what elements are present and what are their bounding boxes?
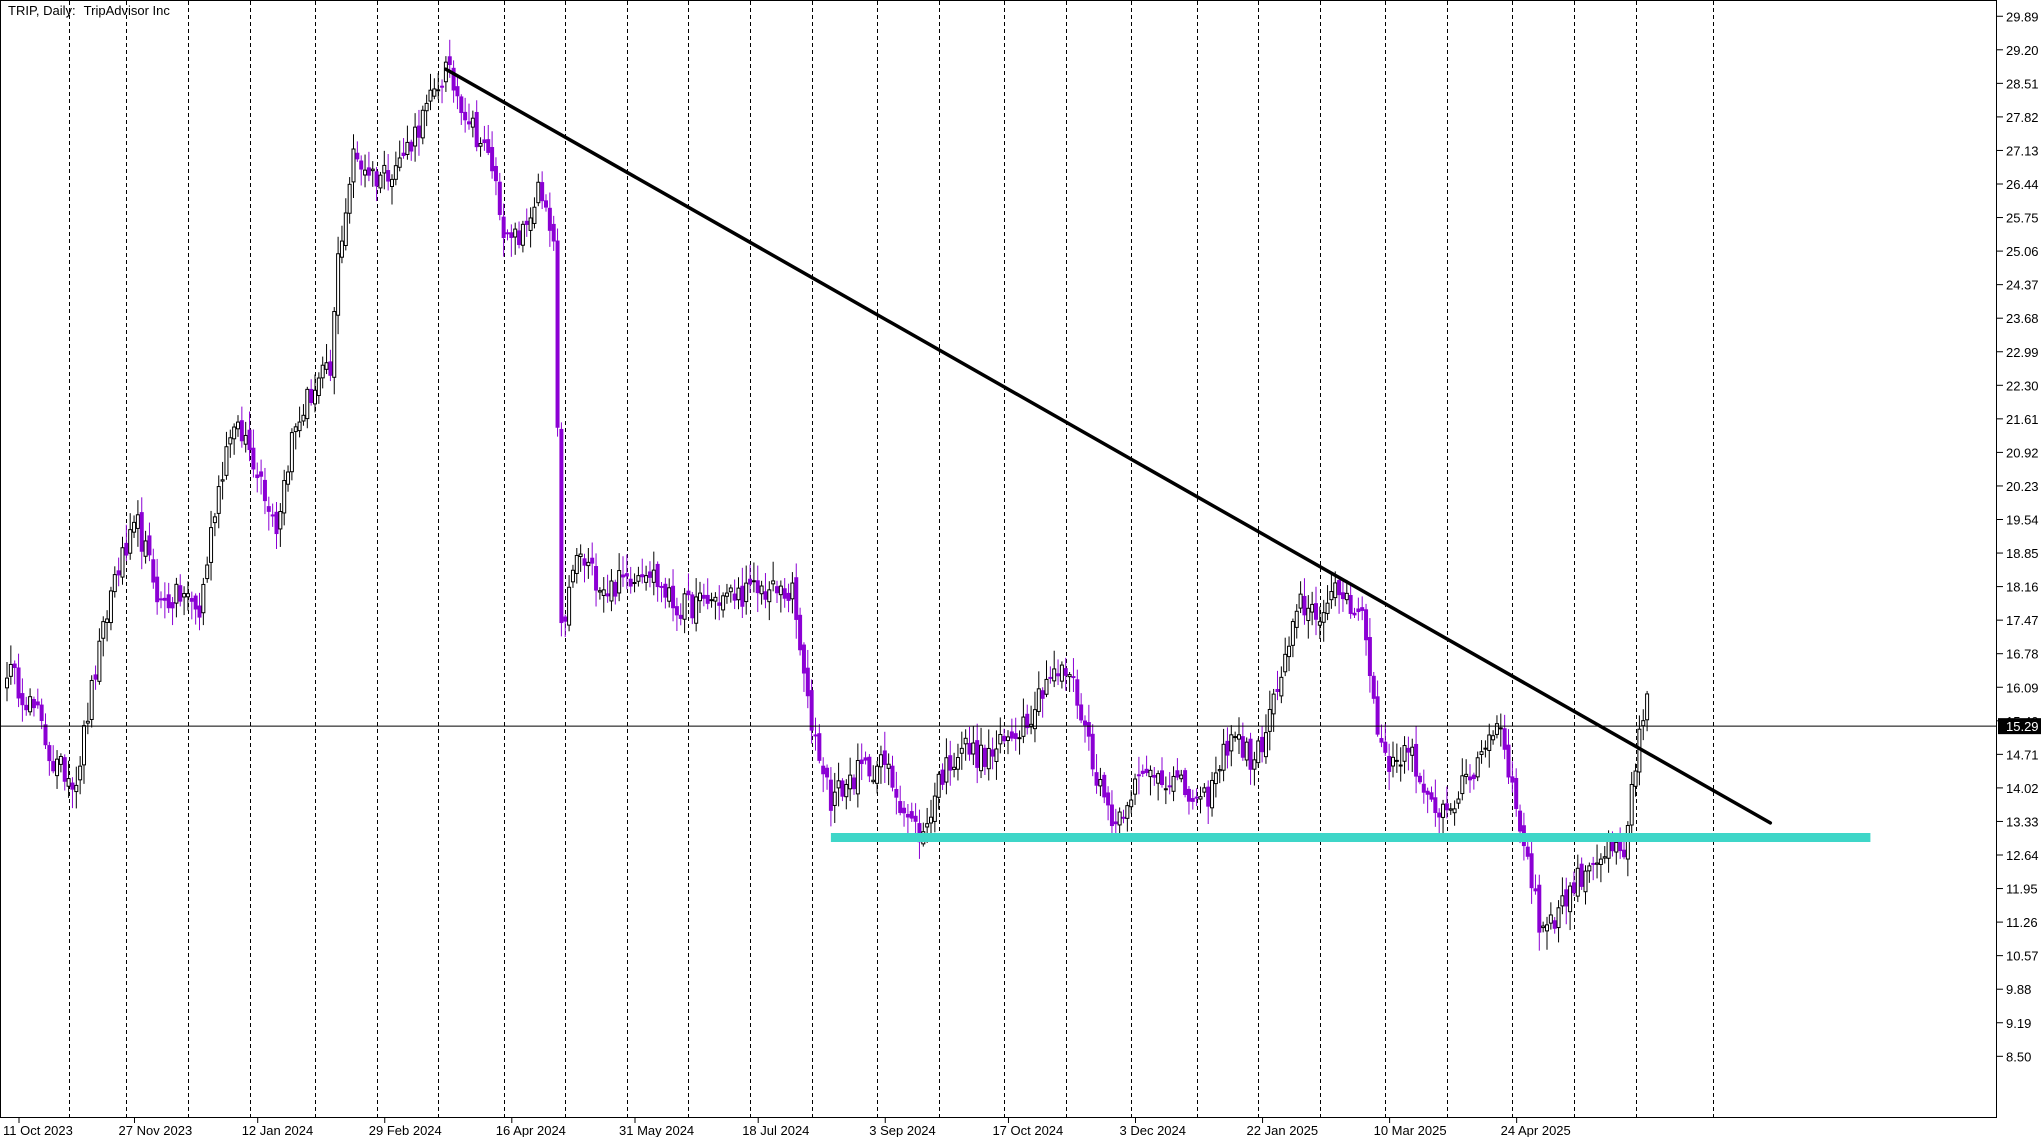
instrument-name: TripAdvisor Inc: [83, 3, 170, 18]
chart-title: TRIP, Daily: TripAdvisor Inc: [8, 3, 178, 18]
y-axis: 31.2730.5829.8929.2028.5127.8227.1326.44…: [1997, 9, 2039, 1064]
x-tick-label: 31 May 2024: [619, 1123, 694, 1137]
y-tick-label: 22.99: [2006, 345, 2039, 360]
y-tick-label: 23.68: [2006, 311, 2039, 326]
y-tick-label: 17.47: [2006, 613, 2039, 628]
y-tick-label: 27.82: [2006, 110, 2039, 125]
y-tick-label: 11.26: [2006, 915, 2038, 930]
candle: [1183, 767, 1188, 798]
y-tick-label: 18.85: [2006, 546, 2039, 561]
y-tick-label: 28.51: [2006, 76, 2039, 91]
x-tick-label: 22 Jan 2025: [1247, 1123, 1319, 1137]
candle: [89, 675, 94, 728]
y-tick-label: 12.64: [2006, 848, 2039, 863]
y-tick-label: 21.61: [2006, 412, 2039, 427]
y-tick-label: 25.75: [2006, 211, 2039, 226]
candle: [555, 228, 560, 437]
y-tick-label: 8.50: [2006, 1049, 2031, 1064]
y-tick-label: 10.57: [2006, 949, 2039, 964]
x-tick-label: 17 Oct 2024: [992, 1123, 1063, 1137]
x-tick-label: 11 Oct 2023: [3, 1123, 73, 1137]
y-tick-label: 14.71: [2006, 747, 2039, 762]
y-tick-label: 16.78: [2006, 647, 2039, 662]
y-tick-label: 9.19: [2006, 1016, 2031, 1031]
x-tick-label: 24 Apr 2025: [1501, 1123, 1571, 1137]
x-tick-label: 12 Jan 2024: [242, 1123, 314, 1137]
y-tick-label: 29.20: [2006, 43, 2039, 58]
x-tick-label: 29 Feb 2024: [369, 1123, 442, 1137]
y-tick-label: 14.02: [2006, 781, 2039, 796]
y-tick-label: 19.54: [2006, 513, 2039, 528]
candle: [798, 607, 803, 656]
price-tag-label: 15.29: [2006, 719, 2039, 734]
y-tick-label: 18.16: [2006, 580, 2039, 595]
y-tick-label: 16.09: [2006, 680, 2039, 695]
y-tick-label: 13.33: [2006, 814, 2039, 829]
candle: [559, 422, 564, 637]
y-tick-label: 9.88: [2006, 982, 2031, 997]
y-tick-label: 26.44: [2006, 177, 2039, 192]
plot-area: [0, 0, 1997, 1118]
x-tick-label: 18 Jul 2024: [742, 1123, 809, 1137]
current-price-tag: 15.29: [1998, 718, 2041, 735]
x-axis: 11 Oct 2023 27 Nov 2023 12 Jan 2024 29 Feb …: [3, 1118, 1571, 1137]
y-tick-label: 22.30: [2006, 378, 2039, 393]
y-tick-label: 20.23: [2006, 479, 2039, 494]
y-tick-label: 27.13: [2006, 143, 2039, 158]
symbol-timeframe: TRIP, Daily:: [8, 3, 76, 18]
y-tick-label: 24.37: [2006, 278, 2039, 293]
y-tick-label: 25.06: [2006, 244, 2039, 259]
price-chart[interactable]: 31.2730.5829.8929.2028.5127.8227.1326.44…: [0, 0, 2041, 1137]
x-tick-label: 10 Mar 2025: [1374, 1123, 1447, 1137]
y-tick-label: 11.95: [2006, 882, 2038, 897]
x-tick-label: 16 Apr 2024: [496, 1123, 566, 1137]
x-tick-label: 3 Dec 2024: [1120, 1123, 1187, 1137]
x-tick-label: 27 Nov 2023: [119, 1123, 193, 1137]
y-tick-label: 29.89: [2006, 9, 2039, 24]
y-tick-label: 20.92: [2006, 445, 2039, 460]
x-tick-label: 3 Sep 2024: [869, 1123, 936, 1137]
